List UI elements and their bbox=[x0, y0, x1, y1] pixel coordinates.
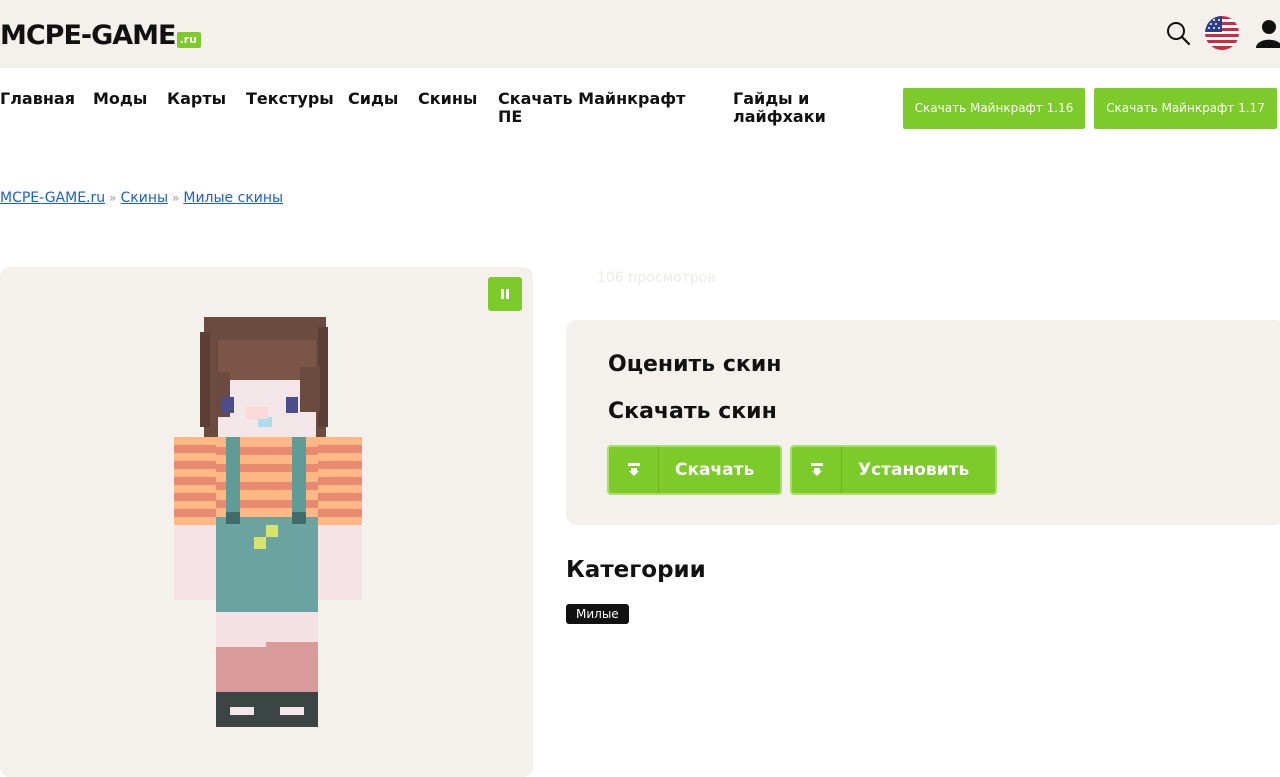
nav-item-textures[interactable]: Текстуры bbox=[246, 90, 334, 108]
pause-icon bbox=[499, 285, 511, 304]
download-button-label: Скачать bbox=[675, 460, 755, 480]
nav-item-seeds[interactable]: Сиды bbox=[348, 90, 398, 108]
nav-item-home[interactable]: Главная bbox=[0, 90, 75, 108]
skin-preview-panel bbox=[0, 267, 533, 777]
install-button[interactable]: Установить bbox=[790, 445, 998, 495]
categories-title: Категории bbox=[566, 557, 706, 583]
breadcrumb-skins-link[interactable]: Скины bbox=[120, 190, 168, 206]
site-logo[interactable]: MCPE-GAME .ru bbox=[0, 18, 201, 52]
nav-item-maps[interactable]: Карты bbox=[167, 90, 226, 108]
nav-item-download-mcpe[interactable]: Скачать Майнкрафт ПЕ bbox=[498, 90, 698, 126]
category-tag[interactable]: Милые bbox=[566, 604, 629, 624]
pause-button[interactable] bbox=[488, 277, 522, 311]
top-bar: MCPE-GAME .ru bbox=[0, 0, 1280, 68]
main-nav: Главная Моды Карты Текстуры Сиды Скины С… bbox=[0, 68, 1280, 148]
nav-item-mods[interactable]: Моды bbox=[93, 90, 147, 108]
header-icons bbox=[1162, 15, 1280, 51]
breadcrumb-home-link[interactable]: MCPE-GAME.ru bbox=[0, 190, 105, 206]
skin-model[interactable] bbox=[170, 312, 370, 746]
install-button-label: Установить bbox=[858, 460, 970, 480]
breadcrumb: MCPE-GAME.ru» Скины» Милые скины bbox=[0, 190, 283, 206]
views-count: 106 просмотров bbox=[597, 270, 716, 286]
rate-download-panel: Оценить скин Скачать скин Скачать Устано… bbox=[566, 320, 1280, 525]
logo-text: MCPE-GAME bbox=[0, 20, 176, 51]
rate-skin-title: Оценить скин bbox=[608, 352, 782, 377]
breadcrumb-cute-skins-link[interactable]: Милые скины bbox=[183, 190, 283, 206]
logo-suffix: .ru bbox=[176, 32, 201, 48]
download-117-button[interactable]: Скачать Майнкрафт 1.17 bbox=[1094, 88, 1277, 129]
us-flag-icon[interactable] bbox=[1204, 15, 1240, 51]
install-icon bbox=[792, 447, 842, 493]
download-skin-title: Скачать скин bbox=[608, 399, 777, 424]
breadcrumb-separator: » bbox=[109, 191, 117, 205]
search-icon[interactable] bbox=[1162, 15, 1194, 51]
nav-item-guides[interactable]: Гайды и лайфхаки bbox=[733, 90, 843, 126]
nav-item-skins[interactable]: Скины bbox=[418, 90, 477, 108]
download-116-button[interactable]: Скачать Майнкрафт 1.16 bbox=[903, 88, 1085, 129]
breadcrumb-separator: » bbox=[172, 191, 180, 205]
download-button[interactable]: Скачать bbox=[607, 445, 783, 495]
user-icon[interactable] bbox=[1250, 15, 1280, 51]
download-icon bbox=[609, 447, 659, 493]
